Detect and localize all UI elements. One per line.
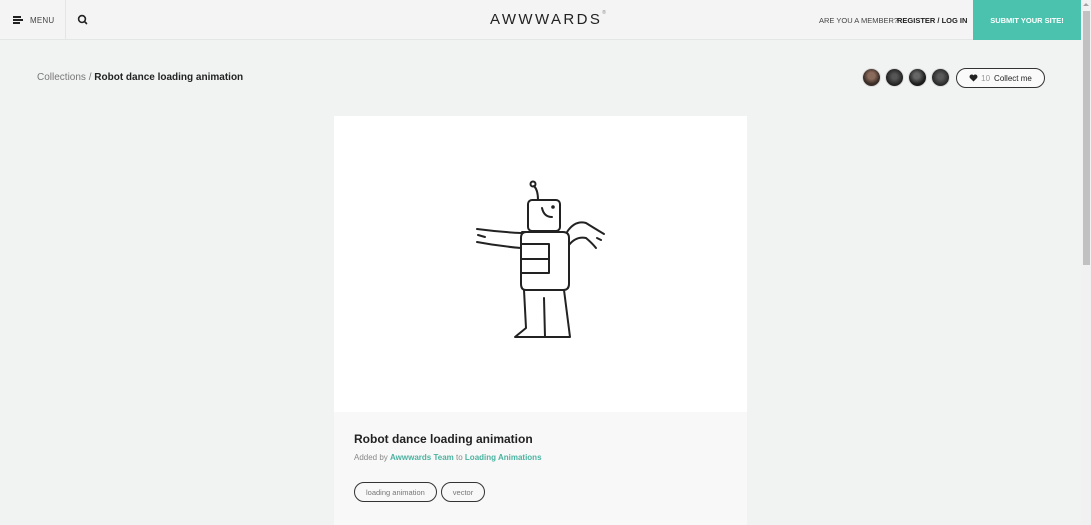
registered-mark: ® [602,10,606,16]
search-icon[interactable] [76,13,90,27]
breadcrumb-collections-link[interactable]: Collections [37,72,86,83]
breadcrumb-separator: / [88,72,92,83]
author-link[interactable]: Awwwards Team [390,453,454,462]
tag-vector[interactable]: vector [440,482,486,502]
avatar[interactable] [862,68,881,87]
to-text: to [456,453,463,462]
scrollbar-thumb[interactable] [1083,11,1090,265]
hamburger-icon [13,16,23,24]
added-by-text: Added by [354,453,388,462]
heart-icon [969,74,978,82]
tag-list: loading animation vector [354,482,489,502]
collect-count: 10 [981,73,991,83]
logo-text: AWWWARDS [490,11,603,28]
avatar[interactable] [908,68,927,87]
card-title: Robot dance loading animation [354,432,533,446]
animation-preview[interactable] [334,116,747,412]
breadcrumb: Collections / Robot dance loading animat… [37,72,243,83]
collect-label: Collect me [994,73,1032,83]
member-prompt: ARE YOU A MEMBER? [819,16,899,25]
site-logo[interactable]: AWWWARDS® [490,10,606,28]
top-header: MENU AWWWARDS® ARE YOU A MEMBER? REGISTE… [0,0,1081,40]
register-login-link[interactable]: REGISTER / LOG IN [897,16,967,25]
menu-label: MENU [30,15,55,25]
submit-site-button[interactable]: SUBMIT YOUR SITE! [973,0,1081,40]
card-attribution: Added by Awwwards Team to Loading Animat… [354,453,542,462]
tag-loading-animation[interactable]: loading animation [354,482,437,502]
avatar[interactable] [885,68,904,87]
avatar[interactable] [931,68,950,87]
scroll-up-arrow-icon[interactable] [1083,3,1089,6]
page-scrollbar[interactable] [1081,0,1091,525]
breadcrumb-current: Robot dance loading animation [94,72,244,83]
submit-site-label: SUBMIT YOUR SITE! [990,15,1064,25]
collection-link[interactable]: Loading Animations [465,453,542,462]
collect-button[interactable]: 10 Collect me [956,68,1045,88]
collection-item-card: Robot dance loading animation Added by A… [334,116,747,525]
collector-avatars [862,68,954,87]
robot-illustration [476,180,605,338]
menu-button[interactable]: MENU [0,0,66,40]
